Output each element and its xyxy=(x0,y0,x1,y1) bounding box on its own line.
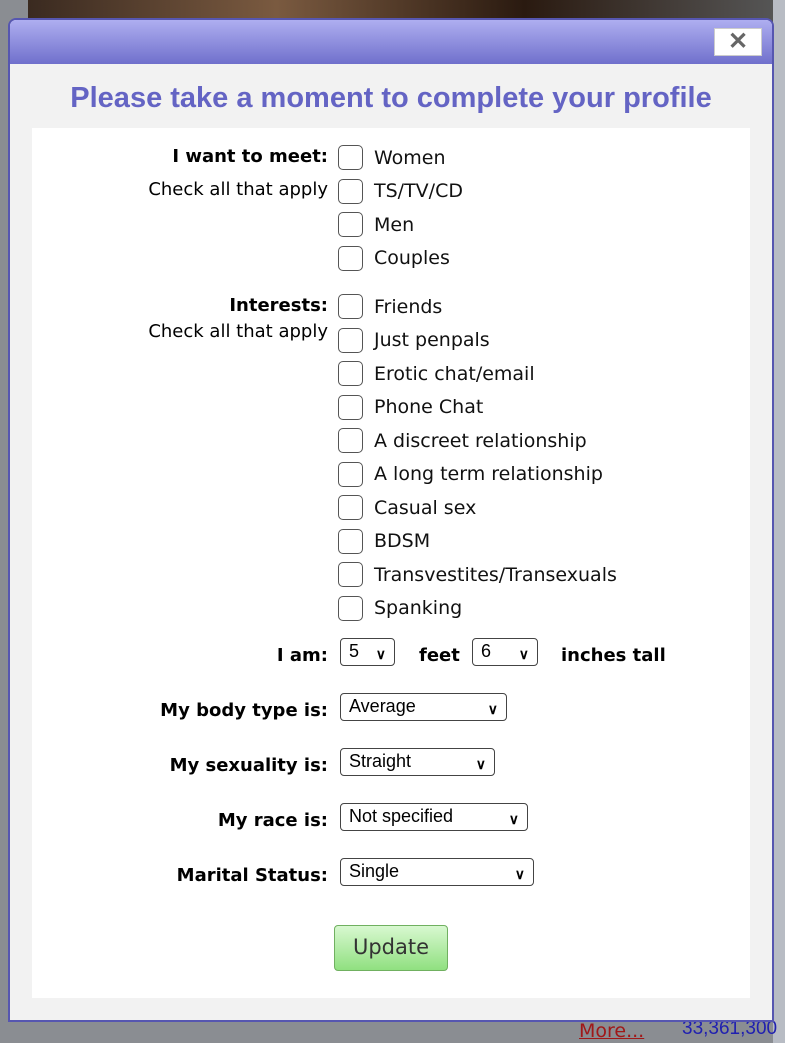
checkbox[interactable] xyxy=(338,428,363,453)
checkbox-label: A long term relationship xyxy=(374,463,603,485)
update-button[interactable]: Update xyxy=(334,925,448,971)
marital-select[interactable]: Single ∨ xyxy=(340,858,534,886)
meet-hint: Check all that apply xyxy=(148,179,328,200)
background-page xyxy=(773,0,785,1043)
body-type-label: My body type is: xyxy=(160,700,328,721)
checkbox-label: Phone Chat xyxy=(374,396,484,418)
checkbox[interactable] xyxy=(338,145,363,170)
chevron-down-icon: ∨ xyxy=(375,646,386,662)
race-value: Not specified xyxy=(349,806,454,826)
checkbox-label: Spanking xyxy=(374,597,463,619)
interests-hint: Check all that apply xyxy=(148,321,328,342)
checkbox-label: BDSM xyxy=(374,530,431,552)
chevron-down-icon: ∨ xyxy=(475,756,486,772)
body-type-select[interactable]: Average ∨ xyxy=(340,693,507,721)
checkbox-interests-2[interactable]: Erotic chat/email xyxy=(338,361,535,386)
checkbox[interactable] xyxy=(338,394,363,420)
body-type-value: Average xyxy=(349,696,416,716)
checkbox-interests-5[interactable]: A long term relationship xyxy=(338,461,603,487)
checkbox-meet-2[interactable]: Men xyxy=(338,212,414,237)
checkbox[interactable] xyxy=(338,294,363,319)
chevron-down-icon: ∨ xyxy=(514,866,525,882)
race-label: My race is: xyxy=(217,810,328,831)
checkbox[interactable] xyxy=(338,461,363,487)
checkbox-label: Women xyxy=(374,146,446,169)
inches-value: 6 xyxy=(481,641,492,661)
dialog-title: Please take a moment to complete your pr… xyxy=(70,82,712,114)
interests-label: Interests: xyxy=(229,295,328,316)
sexuality-select[interactable]: Straight ∨ xyxy=(340,748,495,776)
meet-label: I want to meet: xyxy=(172,146,328,167)
sexuality-value: Straight xyxy=(349,751,412,771)
marital-value: Single xyxy=(349,861,400,881)
checkbox-interests-8[interactable]: Transvestites/Transexuals xyxy=(338,562,617,587)
checkbox-label: A discreet relationship xyxy=(374,429,587,452)
checkbox-meet-1[interactable]: TS/TV/CD xyxy=(338,178,463,204)
checkbox[interactable] xyxy=(338,495,363,520)
dialog-header xyxy=(10,20,772,64)
chevron-down-icon: ∨ xyxy=(487,701,498,717)
checkbox-label: Friends xyxy=(374,295,443,318)
checkbox-interests-4[interactable]: A discreet relationship xyxy=(338,428,587,453)
checkbox-interests-0[interactable]: Friends xyxy=(338,294,442,319)
checkbox[interactable] xyxy=(338,178,363,204)
sexuality-label: My sexuality is: xyxy=(169,755,328,776)
checkbox[interactable] xyxy=(338,245,363,271)
checkbox[interactable] xyxy=(338,212,363,237)
checkbox-interests-1[interactable]: Just penpals xyxy=(338,327,490,353)
checkbox-meet-0[interactable]: Women xyxy=(338,145,446,170)
checkbox-interests-9[interactable]: Spanking xyxy=(338,595,463,621)
checkbox-label: Just penpals xyxy=(374,329,490,351)
checkbox[interactable] xyxy=(338,327,363,353)
checkbox-label: Casual sex xyxy=(374,496,477,519)
checkbox-meet-3[interactable]: Couples xyxy=(338,245,450,271)
inches-label: inches tall xyxy=(561,645,666,666)
checkbox[interactable] xyxy=(338,528,363,554)
checkbox-label: Couples xyxy=(374,247,450,269)
inches-select[interactable]: 6 ∨ xyxy=(472,638,538,666)
chevron-down-icon: ∨ xyxy=(518,646,529,662)
checkbox-label: Erotic chat/email xyxy=(374,362,535,385)
checkbox[interactable] xyxy=(338,562,363,587)
checkbox-interests-7[interactable]: BDSM xyxy=(338,528,431,554)
feet-label: feet xyxy=(419,645,460,666)
checkbox[interactable] xyxy=(338,361,363,386)
profile-form: I want to meet: Check all that apply Int… xyxy=(32,128,750,998)
checkbox[interactable] xyxy=(338,595,363,621)
checkbox-interests-3[interactable]: Phone Chat xyxy=(338,394,484,420)
marital-label: Marital Status: xyxy=(176,865,328,886)
more-link[interactable]: More... xyxy=(579,1020,644,1042)
profile-dialog: ✕ Please take a moment to complete your … xyxy=(8,18,774,1022)
close-button[interactable]: ✕ xyxy=(714,28,762,56)
feet-value: 5 xyxy=(349,641,360,661)
checkbox-label: TS/TV/CD xyxy=(374,180,463,202)
checkbox-interests-6[interactable]: Casual sex xyxy=(338,495,476,520)
checkbox-label: Men xyxy=(374,213,415,236)
height-label: I am: xyxy=(276,645,328,666)
feet-select[interactable]: 5 ∨ xyxy=(340,638,395,666)
chevron-down-icon: ∨ xyxy=(508,811,519,827)
checkbox-label: Transvestites/Transexuals xyxy=(374,563,617,586)
race-select[interactable]: Not specified ∨ xyxy=(340,803,528,831)
